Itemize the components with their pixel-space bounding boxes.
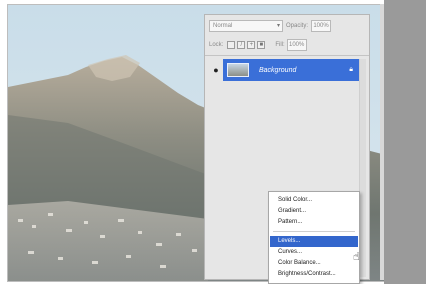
workspace-background bbox=[384, 0, 426, 284]
adjustment-layer-menu: Solid Color... Gradient... Pattern... Le… bbox=[268, 191, 360, 284]
lock-all-icon[interactable]: ■ bbox=[257, 41, 266, 49]
menu-item-brightness-contrast[interactable]: Brightness/Contrast... bbox=[270, 269, 358, 280]
lock-icon: 🔒︎ bbox=[349, 66, 353, 73]
blend-opacity-row: Normal ▾ Opacity: 100% bbox=[209, 19, 365, 33]
panel-divider bbox=[205, 55, 369, 56]
lock-transparent-icon[interactable] bbox=[227, 41, 236, 49]
lock-position-icon[interactable]: + bbox=[247, 41, 256, 49]
menu-separator bbox=[273, 231, 355, 232]
lock-image-icon[interactable]: / bbox=[237, 41, 246, 49]
menu-item-pattern[interactable]: Pattern... bbox=[270, 217, 358, 228]
fill-label: Fill: bbox=[275, 42, 285, 48]
blend-mode-select[interactable]: Normal ▾ bbox=[209, 20, 283, 32]
lock-label: Lock: bbox=[209, 42, 224, 48]
chevron-down-icon: ▾ bbox=[276, 23, 280, 29]
opacity-label: Opacity: bbox=[286, 23, 309, 29]
layer-thumbnail bbox=[227, 63, 249, 77]
menu-item-levels[interactable]: Levels... bbox=[270, 236, 358, 247]
layer-item-selected[interactable]: Background 🔒︎ bbox=[223, 59, 359, 81]
cursor-icon: ☝︎ bbox=[353, 251, 360, 263]
layers-scrollbar[interactable] bbox=[359, 59, 366, 277]
blend-mode-value: Normal bbox=[213, 23, 233, 29]
menu-item-solid-color[interactable]: Solid Color... bbox=[270, 195, 358, 206]
opacity-field[interactable]: 100% bbox=[311, 20, 332, 32]
layer-row[interactable]: ● Background 🔒︎ bbox=[209, 59, 359, 81]
layer-name: Background bbox=[259, 66, 297, 74]
menu-item-color-balance[interactable]: Color Balance... bbox=[270, 258, 358, 269]
menu-item-curves[interactable]: Curves... bbox=[270, 247, 358, 258]
lock-fill-row: Lock: / + ■ Fill: 100% bbox=[209, 39, 365, 51]
eye-icon[interactable]: ● bbox=[209, 59, 223, 81]
menu-item-gradient[interactable]: Gradient... bbox=[270, 206, 358, 217]
fill-field[interactable]: 100% bbox=[286, 39, 307, 51]
